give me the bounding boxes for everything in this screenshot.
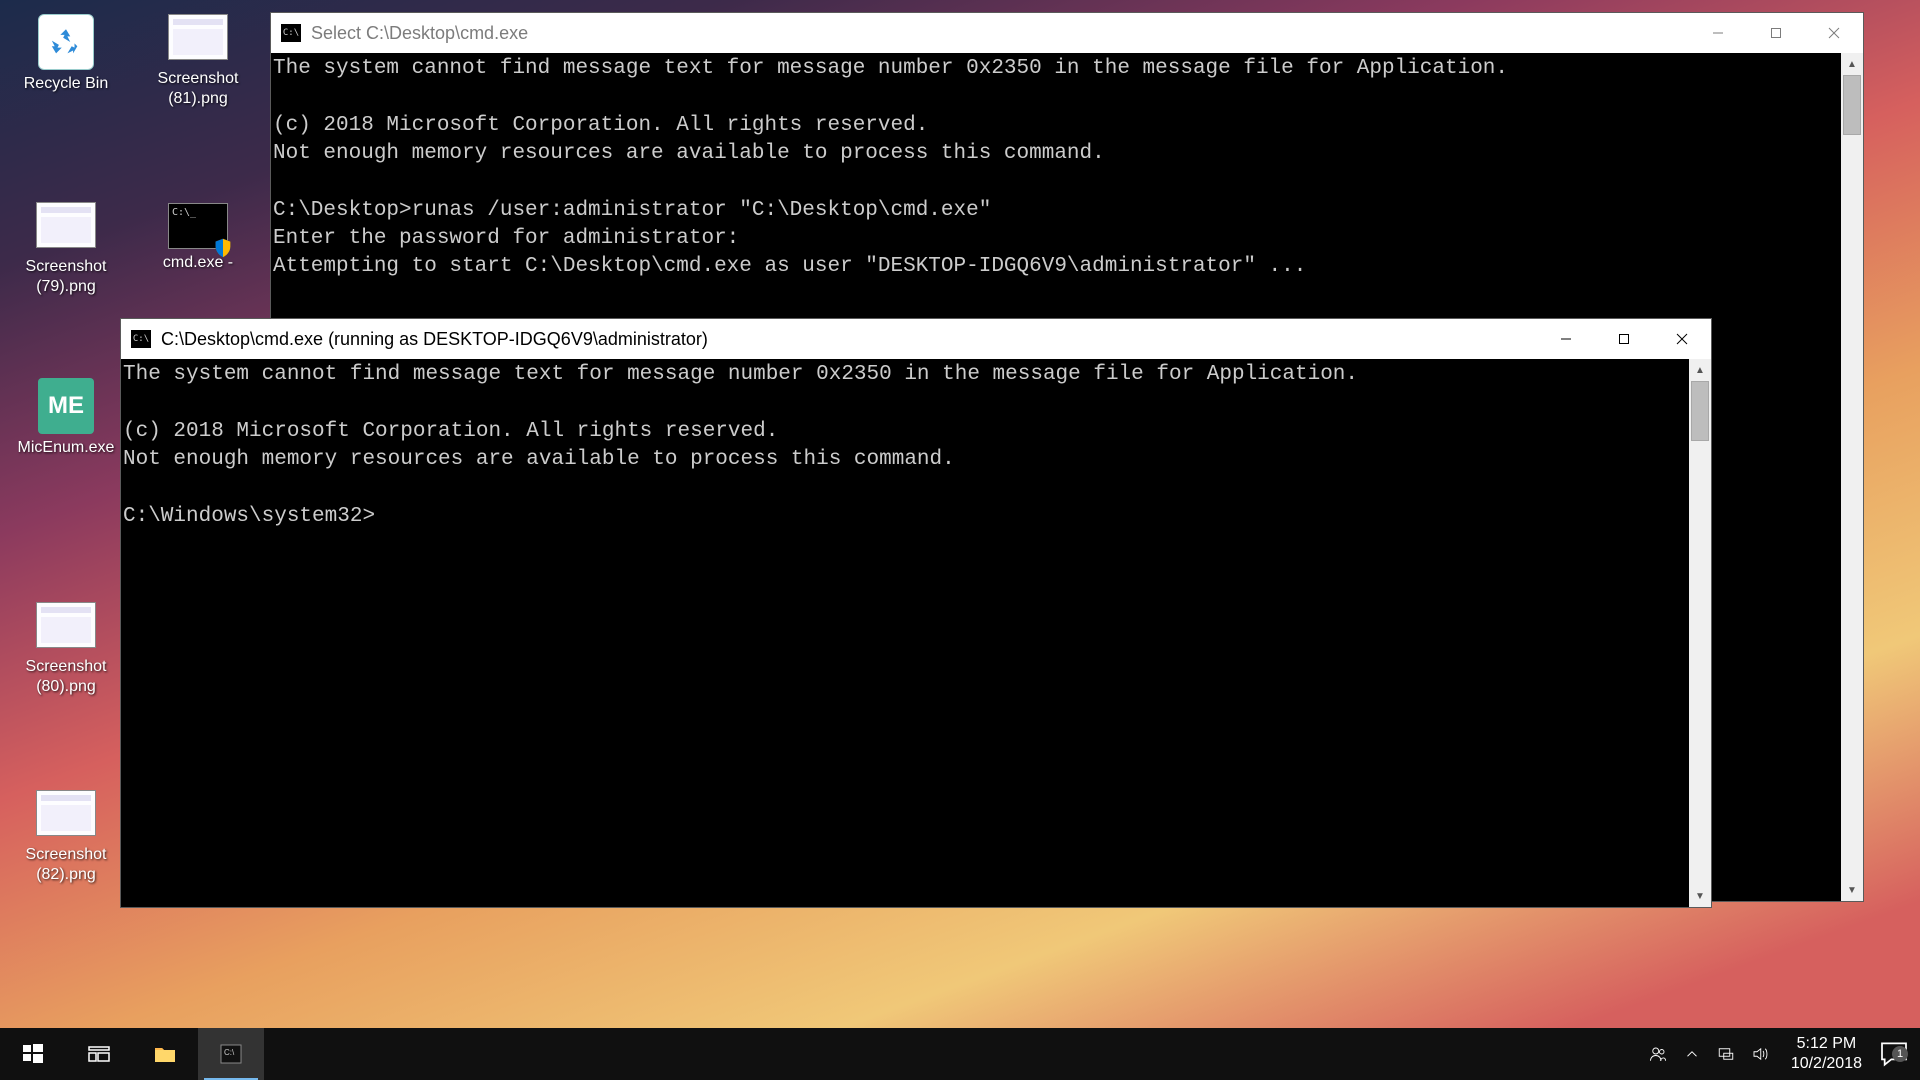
- taskbar[interactable]: C:\ 5:12 PM 10/2/2018 1: [0, 1028, 1920, 1080]
- desktop-icon[interactable]: MEMicEnum.exe: [14, 378, 118, 458]
- notification-badge: 1: [1892, 1046, 1908, 1062]
- scroll-down-icon[interactable]: ▼: [1689, 885, 1711, 907]
- scrollbar[interactable]: ▲ ▼: [1689, 359, 1711, 907]
- terminal-area[interactable]: The system cannot find message text for …: [121, 359, 1711, 907]
- icon-label: Screenshot (81).png: [146, 69, 250, 109]
- icon-label: MicEnum.exe: [14, 438, 118, 458]
- terminal-output: The system cannot find message text for …: [121, 359, 1689, 907]
- icon-label: Screenshot (82).png: [14, 845, 118, 885]
- start-button[interactable]: [0, 1028, 66, 1080]
- scroll-thumb[interactable]: [1843, 75, 1861, 135]
- taskbar-clock[interactable]: 5:12 PM 10/2/2018: [1779, 1034, 1874, 1074]
- titlebar[interactable]: C:\ C:\Desktop\cmd.exe (running as DESKT…: [121, 319, 1711, 359]
- clock-time: 5:12 PM: [1791, 1034, 1862, 1054]
- taskbar-file-explorer[interactable]: [132, 1028, 198, 1080]
- maximize-button[interactable]: [1595, 319, 1653, 359]
- scroll-down-icon[interactable]: ▼: [1841, 879, 1863, 901]
- scrollbar[interactable]: ▲ ▼: [1841, 53, 1863, 901]
- cmd-window-2[interactable]: C:\ C:\Desktop\cmd.exe (running as DESKT…: [120, 318, 1712, 908]
- close-button[interactable]: [1653, 319, 1711, 359]
- desktop-icon[interactable]: Screenshot (82).png: [14, 790, 118, 885]
- scroll-up-icon[interactable]: ▲: [1689, 359, 1711, 381]
- window-title: C:\Desktop\cmd.exe (running as DESKTOP-I…: [161, 329, 708, 350]
- desktop-icon[interactable]: Screenshot (79).png: [14, 202, 118, 297]
- clock-date: 10/2/2018: [1791, 1054, 1862, 1074]
- desktop[interactable]: Recycle Bin Screenshot (81).png Screenshot…: [0, 0, 1920, 1080]
- scroll-thumb[interactable]: [1691, 381, 1709, 441]
- cmd-icon: C:\: [281, 24, 301, 42]
- icon-label: Recycle Bin: [14, 74, 118, 94]
- scroll-up-icon[interactable]: ▲: [1841, 53, 1863, 75]
- window-title: Select C:\Desktop\cmd.exe: [311, 23, 528, 44]
- action-center-button[interactable]: 1: [1878, 1038, 1910, 1070]
- desktop-icon[interactable]: Screenshot (81).png: [146, 14, 250, 109]
- svg-text:C:\: C:\: [224, 1048, 235, 1057]
- titlebar[interactable]: C:\ Select C:\Desktop\cmd.exe: [271, 13, 1863, 53]
- people-icon[interactable]: [1643, 1028, 1673, 1080]
- icon-label: Screenshot (79).png: [14, 257, 118, 297]
- minimize-button[interactable]: [1537, 319, 1595, 359]
- network-icon[interactable]: [1711, 1028, 1741, 1080]
- desktop-icon[interactable]: Recycle Bin: [14, 14, 118, 94]
- icon-label: cmd.exe -: [146, 253, 250, 273]
- desktop-icon[interactable]: C:\_cmd.exe -: [146, 202, 250, 273]
- tray-chevron-up-icon[interactable]: [1677, 1028, 1707, 1080]
- desktop-icon[interactable]: Screenshot (80).png: [14, 602, 118, 697]
- icon-label: Screenshot (80).png: [14, 657, 118, 697]
- maximize-button[interactable]: [1747, 13, 1805, 53]
- minimize-button[interactable]: [1689, 13, 1747, 53]
- cmd-icon: C:\: [131, 330, 151, 348]
- close-button[interactable]: [1805, 13, 1863, 53]
- taskbar-cmd[interactable]: C:\: [198, 1028, 264, 1080]
- task-view-button[interactable]: [66, 1028, 132, 1080]
- volume-icon[interactable]: [1745, 1028, 1775, 1080]
